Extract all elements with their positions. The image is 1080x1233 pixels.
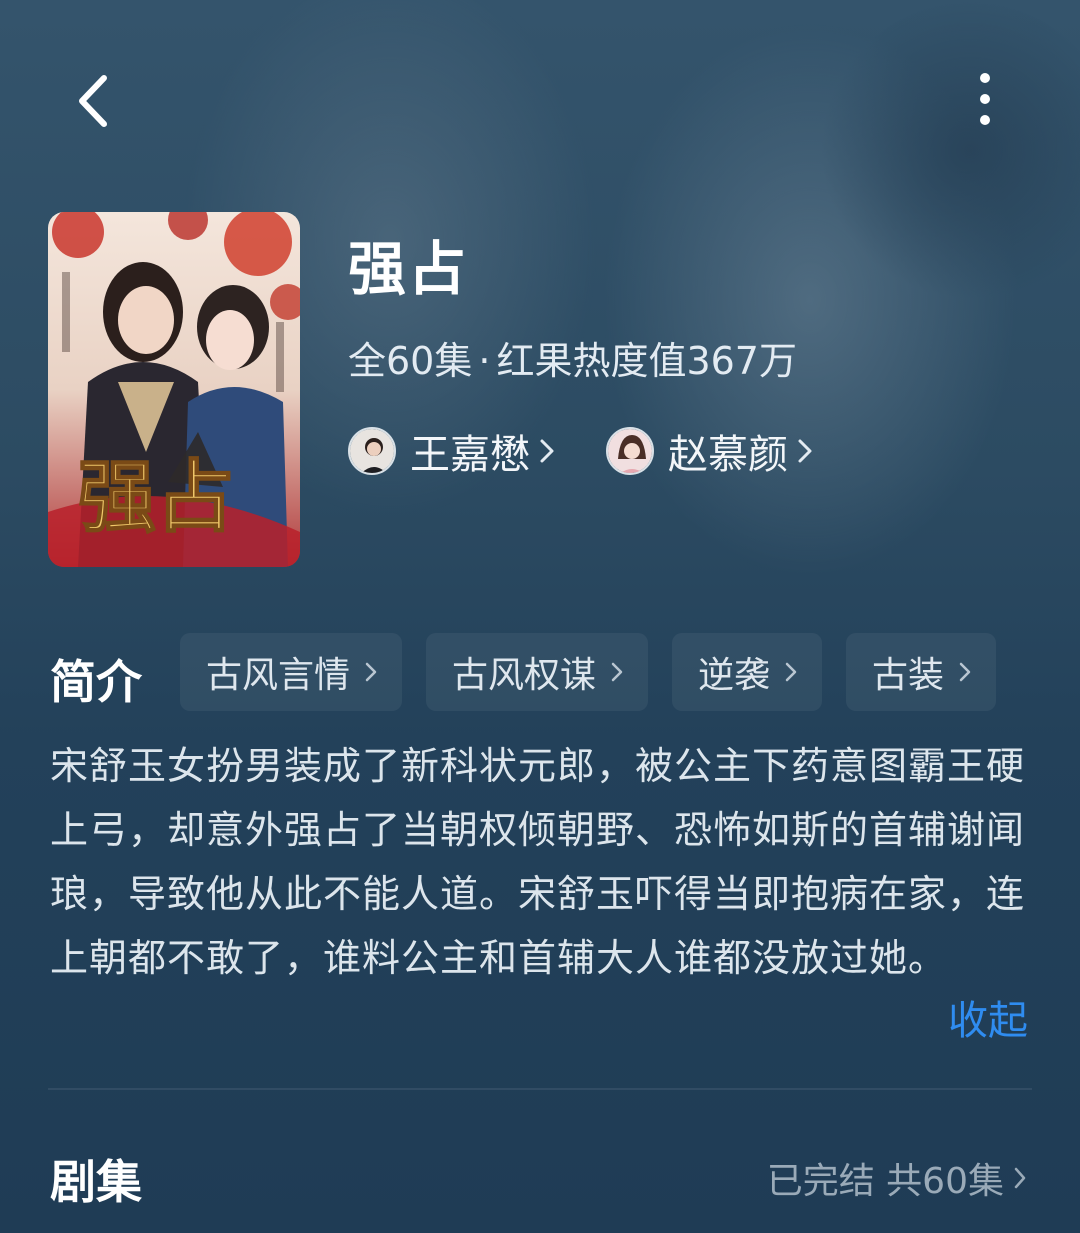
tag-label: 古装: [872, 655, 945, 696]
poster-image: 强占: [48, 212, 300, 567]
chevron-right-icon: [611, 662, 623, 682]
chevron-right-icon: [785, 662, 797, 682]
back-button[interactable]: [66, 66, 126, 136]
chevron-right-icon: [798, 439, 812, 463]
chevron-right-icon: [959, 662, 971, 682]
drama-meta: 全60集 · 红果热度值367万: [348, 330, 797, 385]
meta-separator: ·: [478, 339, 491, 383]
intro-heading: 简介: [50, 655, 142, 709]
collapse-link[interactable]: 收起: [948, 988, 1028, 1046]
chevron-right-icon: [1014, 1167, 1026, 1189]
actor-name: 赵慕颜: [668, 432, 788, 478]
more-options-button[interactable]: [960, 70, 1010, 130]
chevron-left-icon: [79, 75, 107, 127]
tag-label: 古风言情: [206, 655, 351, 696]
synopsis-text: 宋舒玉女扮男装成了新科状元郎，被公主下药意图霸王硬上弓，却意外强占了当朝权倾朝野…: [50, 744, 1026, 980]
actor-link-wang[interactable]: 王嘉懋: [348, 424, 556, 478]
heat-value-text: 红果热度值367万: [496, 339, 797, 383]
actor-link-zhao[interactable]: 赵慕颜: [606, 424, 814, 478]
drama-title: 强占: [348, 235, 469, 303]
actor-name: 王嘉懋: [410, 432, 530, 478]
chevron-right-icon: [540, 439, 554, 463]
episodes-list-link[interactable]: 已完结 共60集: [767, 1152, 1028, 1204]
tag-chip[interactable]: 古风权谋: [426, 633, 648, 711]
episode-count-text: 全60集: [348, 339, 473, 383]
tag-label: 古风权谋: [452, 655, 597, 696]
poster-title-art: 强占: [78, 452, 234, 543]
episodes-heading: 剧集: [50, 1155, 142, 1209]
male-actor-avatar: [348, 427, 396, 475]
drama-poster[interactable]: 强占: [48, 212, 300, 567]
chevron-right-icon: [365, 662, 377, 682]
more-vertical-icon: [980, 73, 990, 125]
section-divider: [48, 1088, 1032, 1090]
tag-chip[interactable]: 逆袭: [672, 633, 822, 711]
tag-chip[interactable]: 古风言情: [180, 633, 402, 711]
tag-chip[interactable]: 古装: [846, 633, 996, 711]
episodes-status-text: 已完结 共60集: [766, 1161, 1004, 1202]
top-bar: [0, 0, 1080, 200]
female-actor-avatar: [606, 427, 654, 475]
tag-label: 逆袭: [698, 655, 771, 696]
